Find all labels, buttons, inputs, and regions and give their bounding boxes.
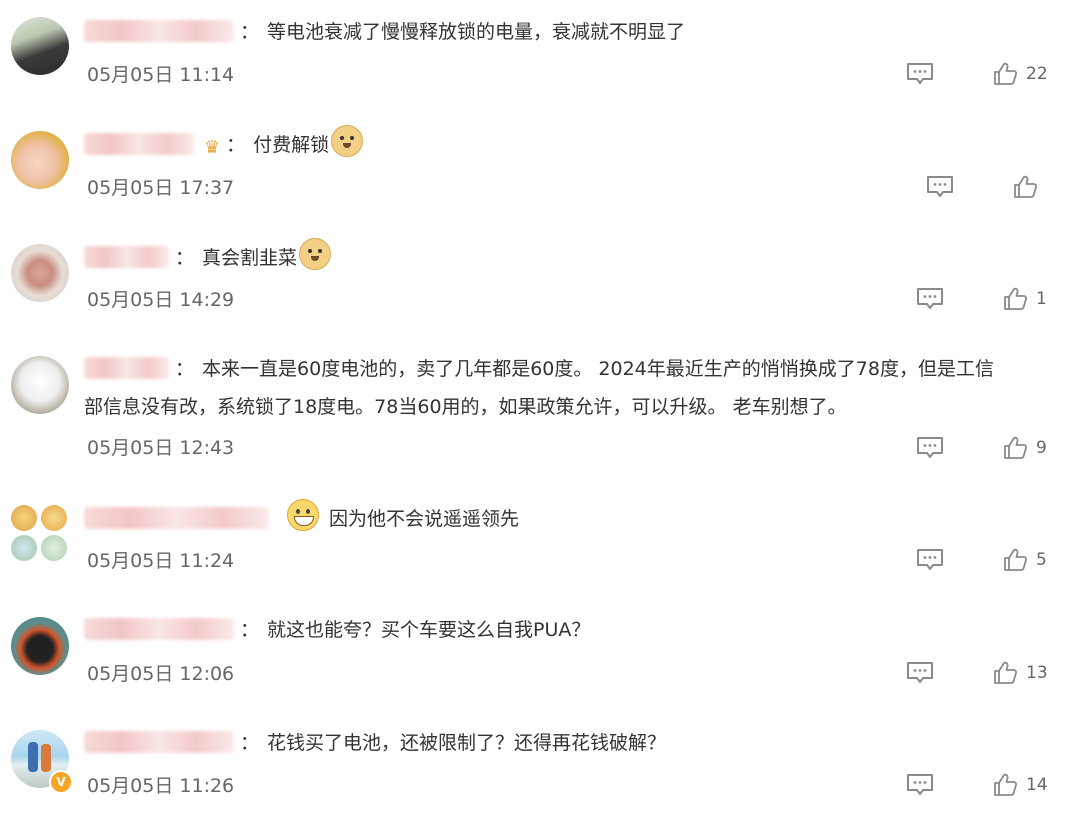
comment-time: 05月05日 17:37 bbox=[87, 177, 235, 199]
comment-time: 05月05日 12:06 bbox=[87, 663, 235, 685]
colon: ： bbox=[175, 358, 195, 380]
colon: ： bbox=[226, 134, 246, 156]
comment-time: 05月05日 11:14 bbox=[87, 64, 235, 86]
thumbs-up-icon bbox=[1012, 174, 1038, 200]
username-blurred[interactable] bbox=[84, 20, 234, 42]
comment-body: ： 本来一直是60度电池的，卖了几年都是60度。 2024年最近生产的悄悄换成了7… bbox=[84, 350, 1051, 388]
comment-time: 05月05日 11:26 bbox=[87, 775, 235, 797]
verified-badge-icon: V bbox=[49, 770, 73, 794]
comment-body: ： 就这也能夸？买个车要这么自我PUA？ bbox=[84, 611, 1051, 649]
like-button[interactable]: 5 bbox=[1002, 547, 1047, 573]
comment-body: ： 等电池衰减了慢慢释放锁的电量，衰减就不明显了 bbox=[84, 13, 1051, 51]
comment-text: 本来一直是60度电池的，卖了几年都是60度。 2024年最近生产的悄悄换成了78… bbox=[202, 358, 994, 380]
crown-icon: ♛ bbox=[204, 137, 221, 158]
grin-emoji bbox=[287, 499, 319, 531]
like-count: 13 bbox=[1026, 663, 1048, 683]
comment-time: 05月05日 12:43 bbox=[87, 437, 235, 459]
comment-icon[interactable] bbox=[906, 773, 934, 797]
comment-text-continued: 部信息没有改，系统锁了18度电。78当60用的，如果政策允许，可以升级。 老车别… bbox=[84, 396, 847, 418]
like-count: 5 bbox=[1036, 550, 1047, 570]
thumbs-up-icon bbox=[1002, 435, 1028, 461]
comment-text: 因为他不会说遥遥领先 bbox=[329, 508, 520, 530]
like-count: 9 bbox=[1036, 438, 1047, 458]
comment-icon[interactable] bbox=[916, 548, 944, 572]
comment-text: 真会割韭菜 bbox=[202, 247, 298, 269]
username-blurred[interactable] bbox=[84, 133, 194, 155]
comment-icon[interactable] bbox=[926, 175, 954, 199]
doge-emoji bbox=[331, 125, 364, 157]
comment-text: 就这也能夸？买个车要这么自我PUA？ bbox=[267, 619, 591, 641]
colon: ： bbox=[240, 732, 260, 754]
like-button[interactable] bbox=[1012, 174, 1046, 200]
thumbs-up-icon bbox=[992, 660, 1018, 686]
comment-icon[interactable] bbox=[916, 287, 944, 311]
avatar[interactable] bbox=[11, 356, 69, 414]
like-count: 14 bbox=[1026, 775, 1048, 795]
comment-text: 等电池衰减了慢慢释放锁的电量，衰减就不明显了 bbox=[267, 21, 686, 43]
comment-icon[interactable] bbox=[906, 62, 934, 86]
avatar[interactable] bbox=[11, 131, 69, 189]
like-button[interactable]: 14 bbox=[992, 772, 1048, 798]
like-count: 22 bbox=[1026, 64, 1048, 84]
colon: ： bbox=[240, 619, 260, 641]
like-button[interactable]: 13 bbox=[992, 660, 1048, 686]
colon: ： bbox=[175, 247, 195, 269]
comment-icon[interactable] bbox=[916, 436, 944, 460]
like-button[interactable]: 9 bbox=[1002, 435, 1047, 461]
comment-icon[interactable] bbox=[906, 661, 934, 685]
thumbs-up-icon bbox=[1002, 286, 1028, 312]
comment-body: ♛： 付费解锁 bbox=[84, 125, 1051, 167]
username-blurred[interactable] bbox=[84, 507, 269, 529]
avatar[interactable] bbox=[11, 505, 69, 563]
thumbs-up-icon bbox=[992, 772, 1018, 798]
thumbs-up-icon bbox=[1002, 547, 1028, 573]
username-blurred[interactable] bbox=[84, 731, 234, 753]
comment-text: 花钱买了电池，还被限制了？还得再花钱破解？ bbox=[267, 732, 667, 754]
doge-emoji bbox=[299, 238, 332, 270]
like-count: 1 bbox=[1036, 289, 1047, 309]
username-blurred[interactable] bbox=[84, 246, 169, 268]
avatar[interactable] bbox=[11, 17, 69, 75]
comment-body: 因为他不会说遥遥领先 bbox=[84, 499, 1051, 538]
like-button[interactable]: 22 bbox=[992, 61, 1048, 87]
avatar[interactable] bbox=[11, 244, 69, 302]
avatar[interactable] bbox=[11, 617, 69, 675]
comment-body: ： 真会割韭菜 bbox=[84, 238, 1051, 277]
thumbs-up-icon bbox=[992, 61, 1018, 87]
username-blurred[interactable] bbox=[84, 618, 234, 640]
comment-text: 付费解锁 bbox=[253, 134, 330, 156]
like-button[interactable]: 1 bbox=[1002, 286, 1047, 312]
comment-time: 05月05日 14:29 bbox=[87, 289, 235, 311]
comment-time: 05月05日 11:24 bbox=[87, 550, 235, 572]
username-blurred[interactable] bbox=[84, 357, 169, 379]
colon: ： bbox=[240, 21, 260, 43]
comment-body: ： 花钱买了电池，还被限制了？还得再花钱破解？ bbox=[84, 724, 1051, 762]
